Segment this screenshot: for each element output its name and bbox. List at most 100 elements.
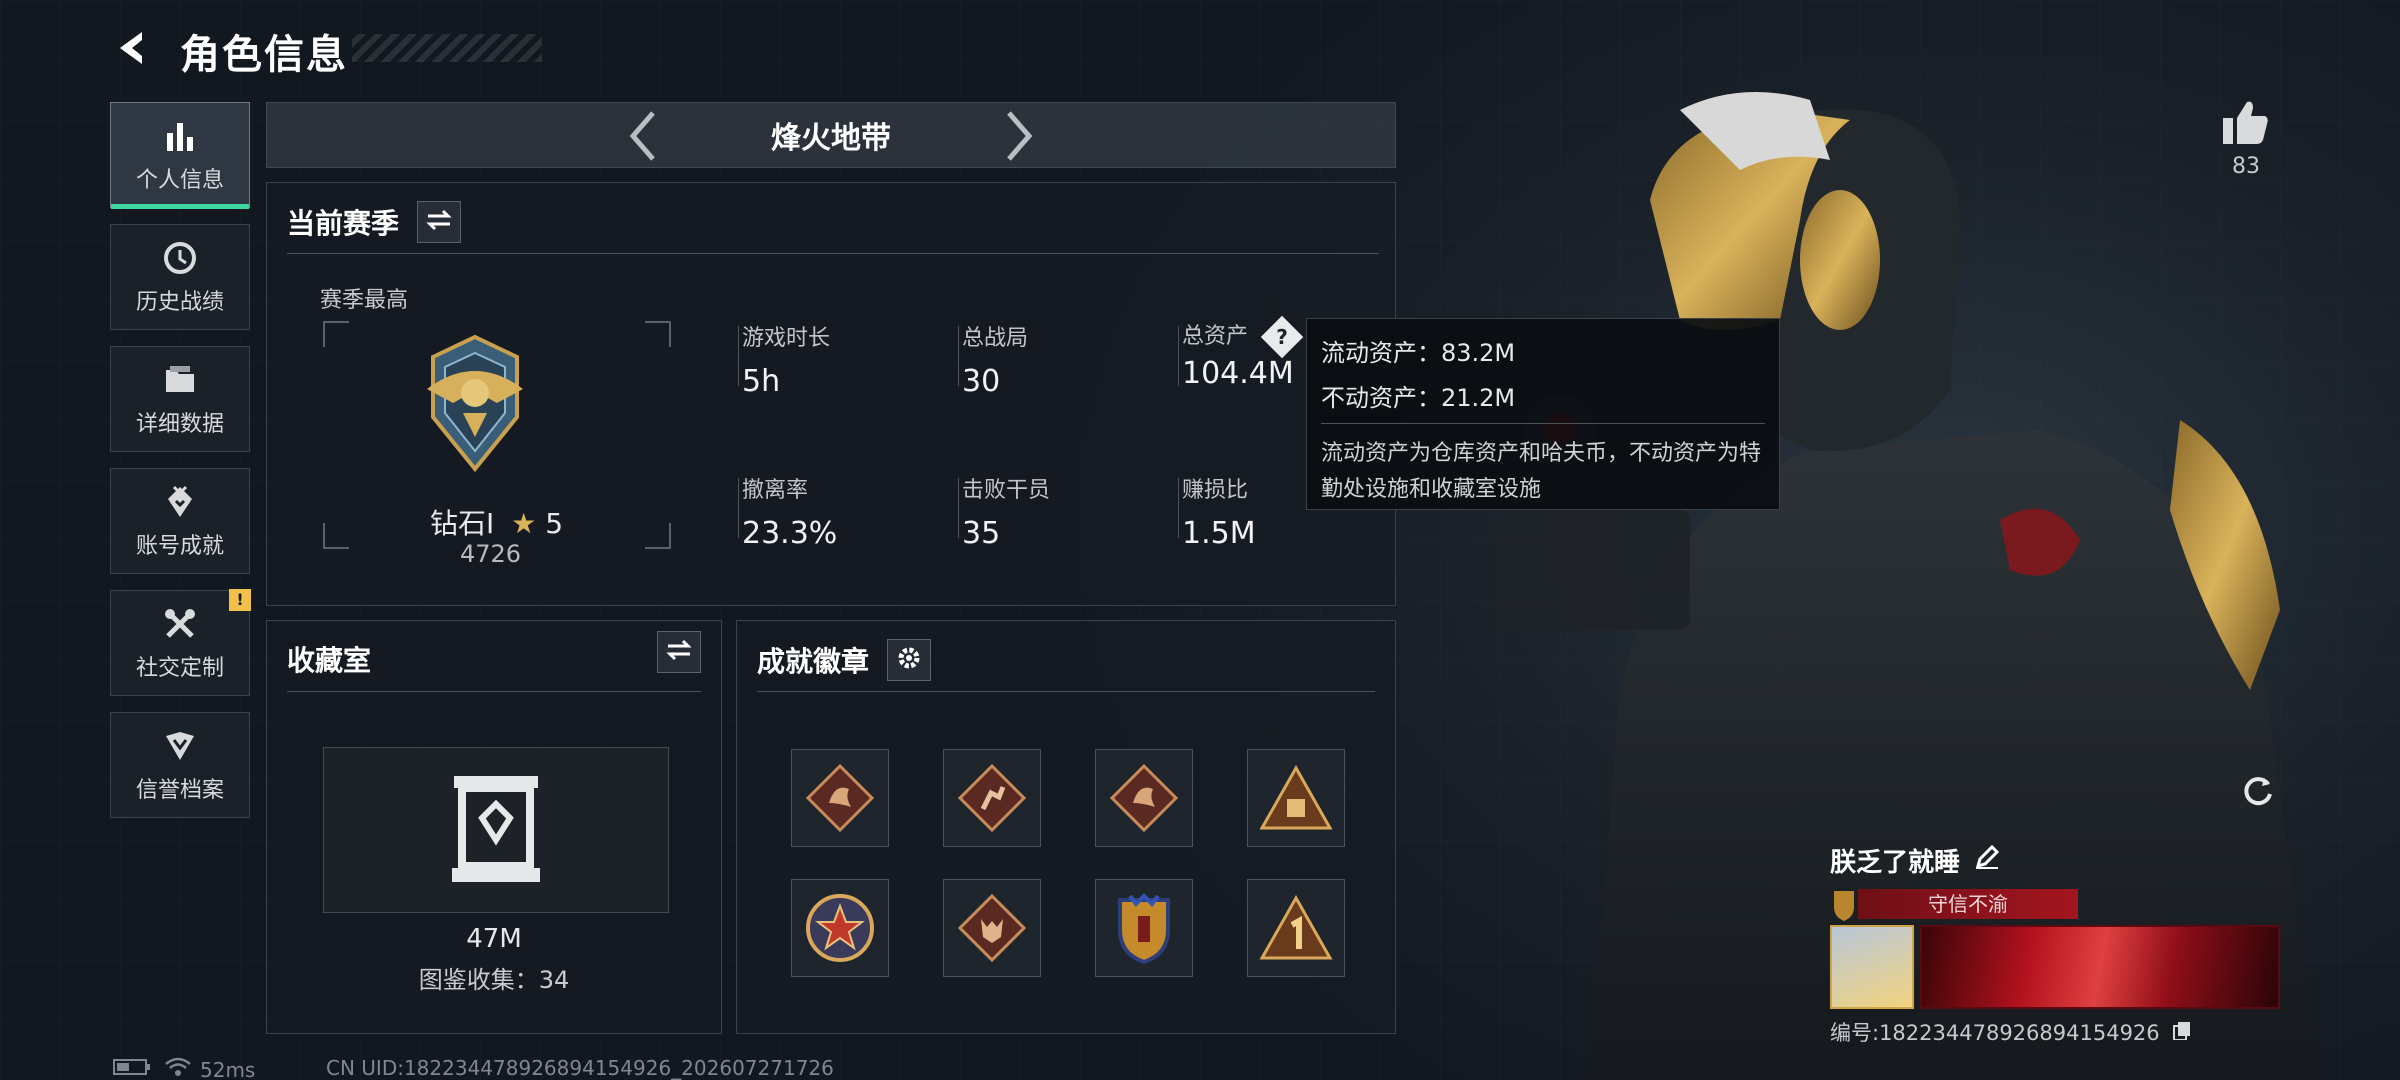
stat-label: 游戏时长 [742, 326, 831, 351]
nav-label: 社交定制 [135, 656, 224, 681]
cn-uid: CN UID:18223447892689415492​6_2026072717… [326, 1056, 834, 1080]
notification-badge: ! [229, 589, 251, 611]
stat-total-assets: 总资产 ? 104.4M [1182, 315, 1304, 391]
battery-icon [112, 1057, 152, 1080]
player-banner[interactable] [1920, 925, 2280, 1009]
mode-selector: 烽火地带 [266, 102, 1396, 168]
stat-profit-ratio: 赚损比 1.5M [1182, 472, 1256, 551]
nav-label: 账号成就 [135, 534, 224, 559]
tools-icon [160, 604, 200, 644]
stat-label: 总战局 [962, 326, 1029, 351]
title-badge-row: 守信不渝 [1830, 889, 2290, 921]
swap-button[interactable] [657, 631, 701, 673]
status-bar: 52ms [112, 1056, 255, 1080]
title-badge: 守信不渝 [1858, 889, 2078, 919]
collection-count: 图鉴收集：34 [418, 966, 570, 994]
refresh-icon [2240, 772, 2276, 812]
achievement-icon [160, 482, 200, 522]
history-icon [160, 238, 200, 278]
achievement-badge[interactable] [791, 879, 889, 977]
stat-extract-rate: 撤离率 23.3% [742, 472, 837, 551]
achievement-badge[interactable] [791, 749, 889, 847]
liquid-assets: 流动资产：83.2M [1321, 339, 1516, 367]
player-id: 编号:18223447892689415492​6 [1830, 1021, 2160, 1045]
player-id-row: 编号:18223447892689415492​6 [1830, 1017, 2290, 1047]
stat-label: 撤离率 [742, 478, 809, 503]
achievement-badge[interactable] [1247, 749, 1345, 847]
collection-preview[interactable] [323, 747, 669, 913]
player-name: 朕乏了就睡 [1830, 848, 1961, 878]
stat-kills: 击败干员 35 [962, 472, 1050, 551]
achievement-badge[interactable] [1095, 749, 1193, 847]
display-case-icon [452, 776, 540, 882]
divider [287, 253, 1379, 254]
tooltip-description: 流动资产为仓库资产和哈夫币，不动资产为特勤处设施和收藏室设施 [1321, 441, 1762, 502]
gear-icon [896, 645, 922, 675]
banner-row [1830, 925, 2290, 1009]
stat-value: 23.3% [742, 516, 838, 551]
stat-divider [1178, 326, 1179, 386]
stat-label-text: 总资产 [1182, 324, 1249, 349]
back-icon[interactable] [112, 28, 152, 68]
player-name-row: 朕乏了就睡 [1830, 842, 2290, 879]
swap-icon [666, 639, 692, 665]
player-card: 朕乏了就睡 守信不渝 编号:18223447892689415492​6 [1830, 842, 2290, 1047]
divider [287, 691, 701, 692]
mode-title: 烽火地带 [771, 121, 891, 156]
stat-label: 击败干员 [962, 478, 1051, 503]
achievement-badge[interactable] [1247, 879, 1345, 977]
stat-label: 赚损比 [1182, 478, 1249, 503]
stat-divider [738, 326, 739, 386]
nav-item-personal-info[interactable]: 个人信息 [110, 102, 250, 209]
achievement-badge[interactable] [1095, 879, 1193, 977]
chevron-right-icon[interactable] [1003, 109, 1037, 173]
nav-item-reputation[interactable]: 信誉档案 [110, 712, 250, 818]
swap-button[interactable] [417, 201, 462, 243]
stat-value: 1.5M [1182, 516, 1256, 551]
nav-label: 信誉档案 [135, 778, 224, 803]
refresh-button[interactable] [2232, 766, 2284, 818]
stat-divider [958, 478, 959, 538]
stat-divider [958, 326, 959, 386]
nav-item-detailed-data[interactable]: 详细数据 [110, 346, 250, 452]
page-title: 角色信息 [180, 32, 348, 78]
copy-icon[interactable] [2172, 1021, 2192, 1045]
bar-chart-icon [160, 116, 200, 156]
nav-label: 历史战绩 [135, 290, 224, 315]
collection-title: 收藏室 [287, 644, 372, 677]
nav-item-match-history[interactable]: 历史战绩 [110, 224, 250, 330]
runner-badge-icon [957, 763, 1027, 833]
nav-item-account-achievements[interactable]: 账号成就 [110, 468, 250, 574]
help-icon[interactable]: ? [1260, 315, 1304, 359]
title-decoration [352, 34, 542, 62]
stat-value: 5h [742, 364, 781, 399]
achievement-badge[interactable] [943, 879, 1041, 977]
number-one-badge-icon [1259, 895, 1333, 960]
frame-corner [645, 523, 671, 549]
shield-crest-icon [1118, 893, 1170, 965]
edit-icon[interactable] [1974, 844, 2000, 877]
like-widget: 83 [2216, 98, 2276, 179]
stat-divider [1178, 478, 1179, 538]
dragon-badge-icon [805, 763, 875, 833]
stat-playtime: 游戏时长 5h [742, 320, 830, 399]
avatar[interactable] [1830, 925, 1914, 1009]
thumbs-up-icon[interactable] [2221, 101, 2271, 150]
nav-item-social-custom[interactable]: ! 社交定制 [110, 589, 251, 696]
chevron-left-icon[interactable] [625, 109, 659, 173]
star-icon: ★ [511, 507, 537, 540]
assets-tooltip: 流动资产：83.2M 不动资产：21.2M 流动资产为仓库资产和哈夫币，不动资产… [1306, 318, 1780, 510]
frame-corner [323, 523, 349, 549]
ping-value: 52ms [200, 1057, 256, 1080]
swap-icon [426, 209, 452, 235]
frame-corner [323, 321, 349, 347]
fixed-assets: 不动资产：21.2M [1321, 384, 1516, 412]
rank-tier: 钻石Ⅰ [430, 507, 495, 540]
wifi-icon [164, 1056, 192, 1080]
stat-divider [738, 478, 739, 538]
dragon-badge-icon [1109, 763, 1179, 833]
settings-button[interactable] [887, 639, 932, 681]
season-best-label: 赛季最高 [320, 288, 409, 313]
shield-icon [160, 726, 200, 766]
achievement-badge[interactable] [943, 749, 1041, 847]
